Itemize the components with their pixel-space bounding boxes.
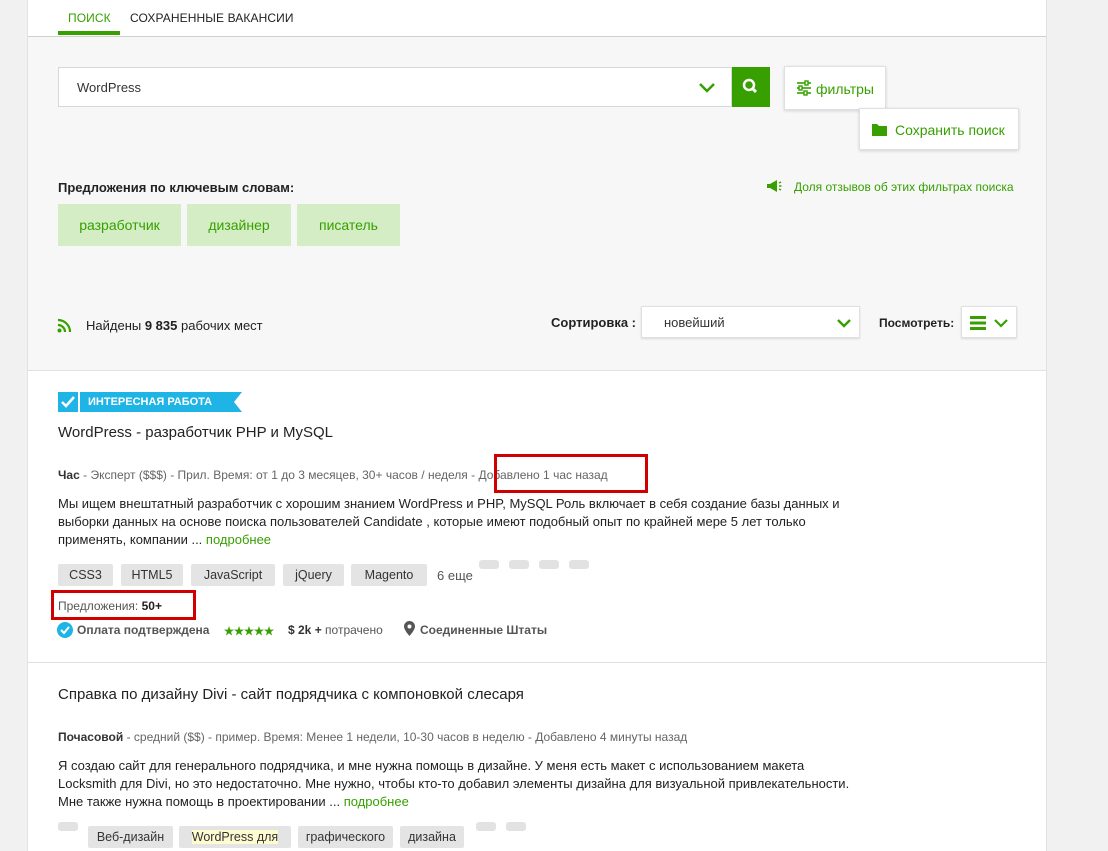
search-box: [58, 67, 732, 107]
tabs-bar: ПОИСК СОХРАНЕННЫЕ ВАКАНСИИ: [28, 0, 1046, 37]
skill-tag[interactable]: Веб-дизайн: [88, 826, 173, 848]
suggestion-chip-developer[interactable]: разработчик: [58, 204, 181, 246]
skill-tag[interactable]: Magento: [351, 564, 427, 586]
suggestions-title: Предложения по ключевым словам:: [58, 180, 295, 195]
chevron-down-icon: [837, 319, 851, 328]
highlight-box-posted: [494, 454, 648, 493]
chevron-down-icon[interactable]: [697, 78, 717, 98]
suggestion-chip-designer[interactable]: дизайнер: [187, 204, 291, 246]
view-label: Посмотреть:: [879, 316, 955, 330]
search-input[interactable]: [77, 68, 677, 106]
results-number: 9 835: [144, 318, 178, 333]
job-title[interactable]: WordPress - разработчик PHP и MySQL: [58, 424, 333, 441]
active-tab-indicator: [58, 31, 120, 35]
job-description: Я создаю сайт для генерального подрядчик…: [58, 758, 850, 809]
folder-icon: [872, 124, 887, 136]
placeholder-pill: [506, 822, 526, 831]
sort-value: новейший: [664, 315, 725, 330]
sliders-icon: [797, 80, 811, 96]
skill-tag[interactable]: дизайна: [400, 826, 464, 848]
skill-tag[interactable]: CSS3: [58, 564, 113, 586]
job-meta: Почасовой - средний ($$) - пример. Время…: [58, 730, 688, 744]
job-card[interactable]: Справка по дизайну Divi - сайт подрядчик…: [28, 664, 1046, 851]
more-link[interactable]: подробнее: [206, 532, 271, 547]
chevron-down-icon: [994, 319, 1008, 328]
payment-verified: Оплата подтверждена: [77, 623, 210, 637]
placeholder-pill: [476, 822, 496, 831]
skill-tag[interactable]: графического: [298, 826, 393, 848]
job-description: Мы ищем внештатный разработчик с хорошим…: [58, 496, 840, 547]
client-location: Соединенные Штаты: [420, 623, 548, 637]
view-mode-select[interactable]: [961, 306, 1017, 338]
skill-tag[interactable]: JavaScript: [191, 564, 275, 586]
tab-search[interactable]: ПОИСК: [68, 11, 111, 25]
suggestion-chip-writer[interactable]: писатель: [297, 204, 400, 246]
job-type: Почасовой: [58, 730, 124, 744]
tab-saved-jobs[interactable]: СОХРАНЕННЫЕ ВАКАНСИИ: [130, 11, 294, 25]
search-button[interactable]: [732, 67, 770, 107]
filters-button[interactable]: фильтры: [784, 66, 886, 110]
placeholder-pill: [509, 560, 529, 569]
sort-label: Сортировка :: [551, 315, 637, 330]
verified-icon: [57, 622, 73, 638]
job-title[interactable]: Справка по дизайну Divi - сайт подрядчик…: [58, 686, 524, 703]
job-search-page: ПОИСК СОХРАНЕННЫЕ ВАКАНСИИ WordPress фил…: [27, 0, 1047, 851]
rss-icon[interactable]: [57, 318, 72, 333]
placeholder-pill: [569, 560, 589, 569]
badge-label: ИНТЕРЕСНАЯ РАБОТА: [88, 396, 213, 408]
job-type: Час: [58, 468, 80, 482]
filters-label: фильтры: [816, 81, 874, 97]
list-view-icon: [970, 316, 986, 330]
job-card[interactable]: ИНТЕРЕСНАЯ РАБОТА WordPress - разработчи…: [28, 372, 1046, 663]
results-count: Найдены 9 835 рабочих мест: [86, 318, 263, 333]
sort-select[interactable]: новейший: [641, 306, 860, 338]
more-skills[interactable]: 6 еще: [437, 568, 473, 583]
skill-tag[interactable]: WordPress для: [179, 826, 291, 848]
search-icon: [742, 78, 758, 94]
location-pin-icon: [404, 621, 415, 636]
search-panel: фильтры Сохранить поиск Предложения по к…: [28, 37, 1046, 371]
client-spent: $ 2k + потрачено: [288, 623, 383, 637]
save-search-button[interactable]: Сохранить поиск: [859, 108, 1019, 150]
highlight-box-proposals: [51, 590, 196, 620]
skill-tag[interactable]: jQuery: [283, 564, 344, 586]
placeholder-pill: [539, 560, 559, 569]
feedback-link[interactable]: Доля отзывов об этих фильтрах поиска: [794, 180, 1014, 194]
rating-stars: [224, 626, 274, 636]
more-link[interactable]: подробнее: [344, 794, 409, 809]
placeholder-pill: [479, 560, 499, 569]
placeholder-pill: [58, 822, 78, 831]
skill-tag[interactable]: HTML5: [121, 564, 183, 586]
save-search-label: Сохранить поиск: [895, 122, 1005, 138]
megaphone-icon: [767, 180, 782, 192]
